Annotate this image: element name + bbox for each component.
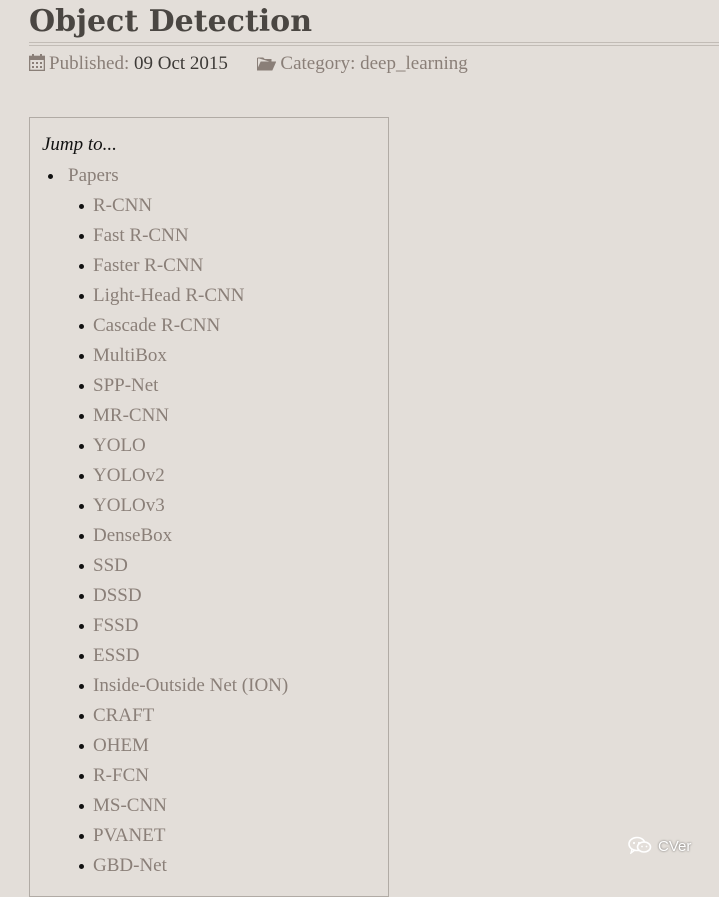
toc-link-craft[interactable]: CRAFT (93, 701, 288, 731)
toc-link-ssd[interactable]: SSD (93, 551, 288, 581)
toc-subitem: R-CNN (78, 191, 288, 221)
toc-link-inside-outside-net-ion[interactable]: Inside-Outside Net (ION) (93, 671, 288, 701)
folder-open-icon (257, 53, 277, 79)
toc-link-fast-r-cnn[interactable]: Fast R-CNN (93, 221, 288, 251)
toc-link-papers[interactable]: Papers (68, 161, 288, 191)
toc-link-r-fcn[interactable]: R-FCN (93, 761, 288, 791)
toc-link-fssd[interactable]: FSSD (93, 611, 288, 641)
toc-subitem: ESSD (78, 641, 288, 671)
category-link[interactable]: deep_learning (360, 53, 468, 74)
title-divider (29, 42, 719, 43)
toc-subitem: GBD-Net (78, 851, 288, 881)
toc-subitem: Faster R-CNN (78, 251, 288, 281)
page-title: Object Detection (29, 4, 313, 39)
post-meta: Published: 09 Oct 2015 Category: deep_le… (28, 51, 468, 79)
toc-subitem: SPP-Net (78, 371, 288, 401)
watermark: CVer (628, 836, 691, 858)
toc-title: Jump to... (42, 134, 117, 155)
toc-link-cascade-r-cnn[interactable]: Cascade R-CNN (93, 311, 288, 341)
toc-subitem: Light-Head R-CNN (78, 281, 288, 311)
toc-subitem: Inside-Outside Net (ION) (78, 671, 288, 701)
toc-link-light-head-r-cnn[interactable]: Light-Head R-CNN (93, 281, 288, 311)
calendar-icon (28, 53, 46, 79)
toc-subitem: YOLO (78, 431, 288, 461)
toc-subitem: SSD (78, 551, 288, 581)
toc-subitem: MR-CNN (78, 401, 288, 431)
category-label: Category: (280, 53, 356, 74)
toc-subitem: R-FCN (78, 761, 288, 791)
toc-link-pvanet[interactable]: PVANET (93, 821, 288, 851)
toc-item: Papers R-CNN Fast R-CNN Faster R-CNN Light-H… (47, 161, 288, 881)
toc-subitem: YOLOv2 (78, 461, 288, 491)
toc-link-r-cnn[interactable]: R-CNN (93, 191, 288, 221)
toc-subitem: Cascade R-CNN (78, 311, 288, 341)
wechat-icon (628, 836, 652, 858)
toc-link-gbd-net[interactable]: GBD-Net (93, 851, 288, 881)
published-label: Published: (49, 53, 130, 74)
toc-link-multibox[interactable]: MultiBox (93, 341, 288, 371)
toc-link-essd[interactable]: ESSD (93, 641, 288, 671)
toc-subitem: OHEM (78, 731, 288, 761)
toc-link-spp-net[interactable]: SPP-Net (93, 371, 288, 401)
toc-link-mr-cnn[interactable]: MR-CNN (93, 401, 288, 431)
toc-list: Papers R-CNN Fast R-CNN Faster R-CNN Light-H… (47, 161, 288, 881)
toc-link-dssd[interactable]: DSSD (93, 581, 288, 611)
toc-sublist: R-CNN Fast R-CNN Faster R-CNN Light-Head R-… (78, 191, 288, 881)
published-date: 09 Oct 2015 (133, 53, 228, 74)
toc-subitem: MultiBox (78, 341, 288, 371)
toc-subitem: CRAFT (78, 701, 288, 731)
toc-link-yolov3[interactable]: YOLOv3 (93, 491, 288, 521)
toc-subitem: DenseBox (78, 521, 288, 551)
toc-link-ms-cnn[interactable]: MS-CNN (93, 791, 288, 821)
toc-subitem: YOLOv3 (78, 491, 288, 521)
toc-link-faster-r-cnn[interactable]: Faster R-CNN (93, 251, 288, 281)
toc-link-densebox[interactable]: DenseBox (93, 521, 288, 551)
title-divider-secondary (29, 45, 719, 46)
toc-subitem: MS-CNN (78, 791, 288, 821)
watermark-text: CVer (658, 838, 692, 855)
table-of-contents: Jump to... Papers R-CNN Fast R-CNN Faster R… (29, 117, 389, 897)
toc-subitem: FSSD (78, 611, 288, 641)
toc-link-yolov2[interactable]: YOLOv2 (93, 461, 288, 491)
toc-link-ohem[interactable]: OHEM (93, 731, 288, 761)
toc-subitem: PVANET (78, 821, 288, 851)
toc-subitem: DSSD (78, 581, 288, 611)
toc-subitem: Fast R-CNN (78, 221, 288, 251)
toc-link-yolo[interactable]: YOLO (93, 431, 288, 461)
